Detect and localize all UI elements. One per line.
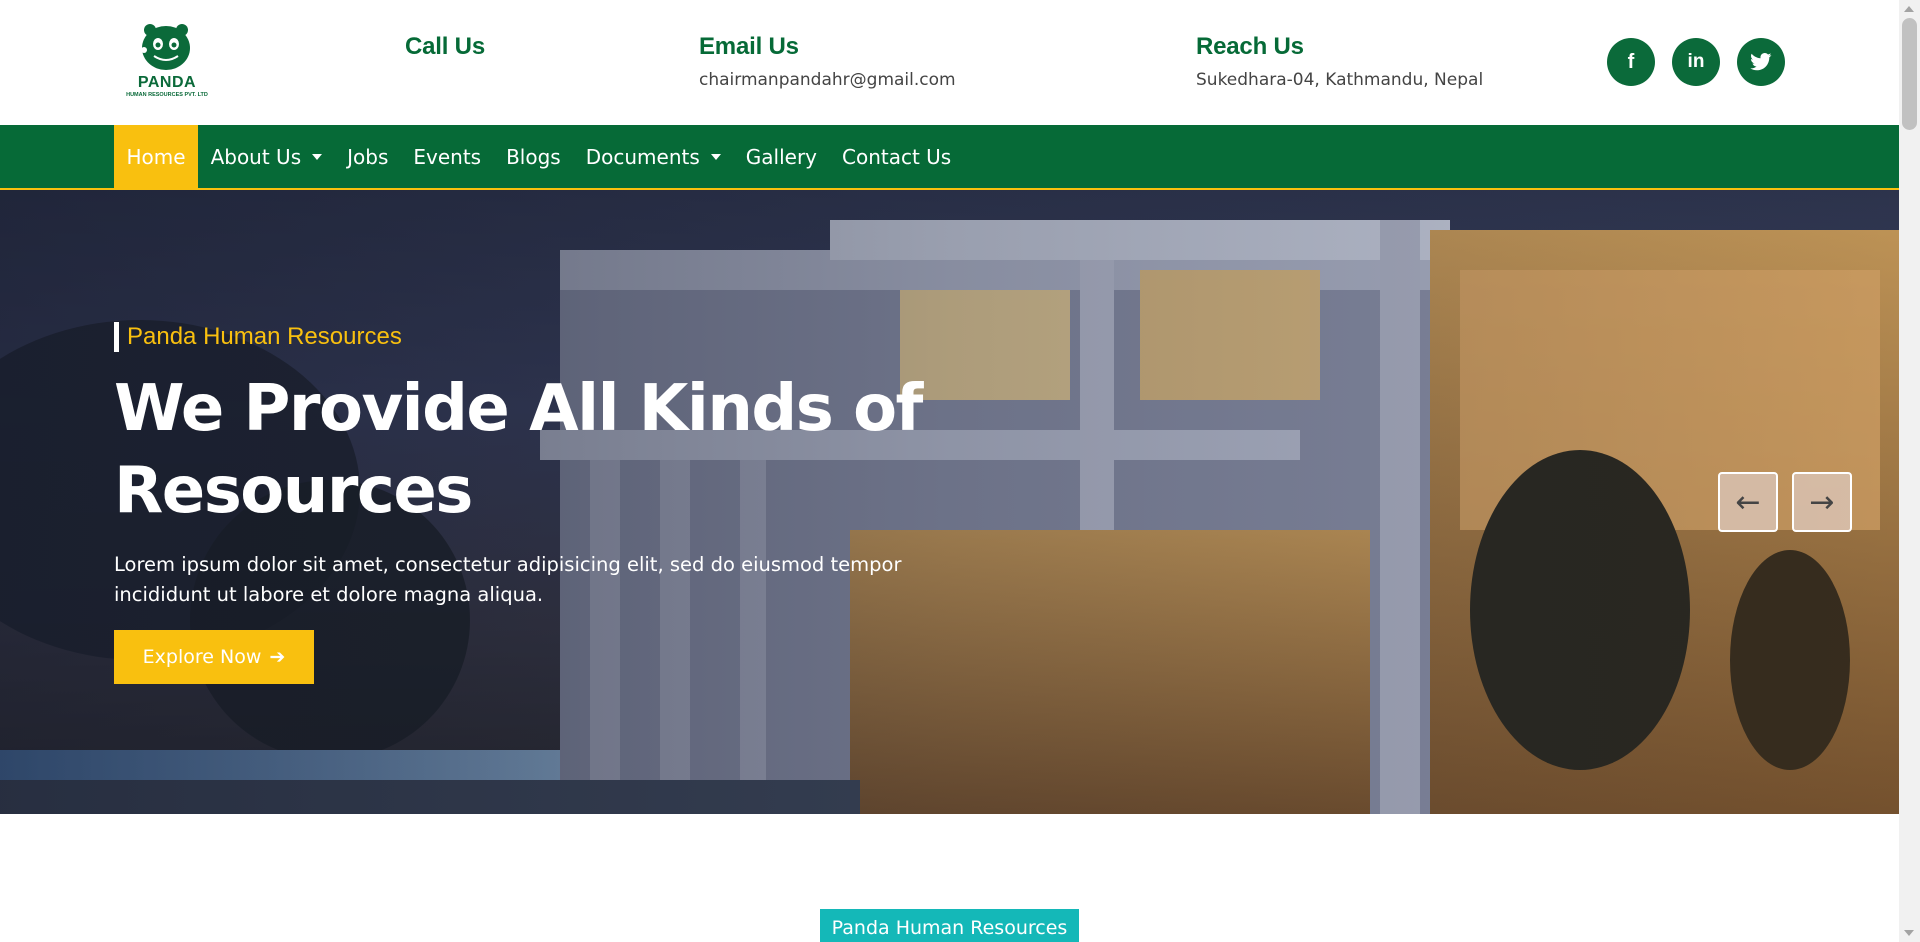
nav-label: Gallery [745,144,817,169]
call-us-block: Call Us [405,32,485,70]
email-us-value[interactable]: chairmanpandahr@gmail.com [699,70,956,90]
arrow-right-icon: → [1809,484,1835,520]
call-us-title: Call Us [405,33,485,60]
nav-item-home[interactable]: Home [114,125,199,188]
twitter-bird-icon [1750,53,1772,71]
main-navbar: Home About Us Jobs Events Blogs Document… [0,125,1899,190]
slider-prev-button[interactable]: ← [1718,472,1778,532]
scroll-down-arrow-icon[interactable] [1904,930,1914,936]
linkedin-button[interactable]: in [1672,38,1720,86]
nav-item-jobs[interactable]: Jobs [335,125,401,188]
arrow-left-icon: ← [1735,484,1761,520]
reach-us-title: Reach Us [1196,33,1304,60]
nav-item-events[interactable]: Events [401,125,494,188]
section-badge: Panda Human Resources [820,909,1079,942]
linkedin-icon: in [1687,51,1705,72]
email-us-block: Email Us chairmanpandahr@gmail.com [699,32,956,90]
hero-description: Lorem ipsum dolor sit amet, consectetur … [114,553,902,606]
explore-now-label: Explore Now [142,646,262,668]
reach-us-block: Reach Us Sukedhara-04, Kathmandu, Nepal [1196,32,1483,90]
arrow-right-icon: ➔ [269,646,286,668]
nav-label: Events [413,144,482,169]
scroll-thumb[interactable] [1902,18,1917,130]
page-scrollbar[interactable] [1899,0,1920,942]
facebook-icon: f [1627,50,1635,73]
nav-label: Home [126,144,186,169]
reach-us-value: Sukedhara-04, Kathmandu, Nepal [1196,70,1484,90]
nav-label: Documents [585,144,700,169]
nav-label: Jobs [347,144,389,169]
top-header: PANDA HUMAN RESOURCES PVT. LTD Call Us E… [0,0,1899,125]
caret-down-icon [710,153,721,160]
caret-down-icon [312,153,323,160]
nav-item-about-us[interactable]: About Us [198,125,335,188]
email-us-title: Email Us [699,33,799,60]
nav-label: Blogs [506,144,561,169]
scroll-up-arrow-icon[interactable] [1904,6,1914,12]
hero-title: We Provide All Kinds of Resources [114,372,923,528]
nav-item-blogs[interactable]: Blogs [494,125,574,188]
facebook-button[interactable]: f [1607,38,1655,86]
twitter-button[interactable] [1737,38,1785,86]
nav-item-contact-us[interactable]: Contact Us [830,125,964,188]
nav-item-documents[interactable]: Documents [573,125,733,188]
hero-tagline: Panda Human Resources [114,322,402,352]
site-logo[interactable]: PANDA HUMAN RESOURCES PVT. LTD [114,22,220,102]
nav-item-gallery[interactable]: Gallery [733,125,829,188]
explore-now-button[interactable]: Explore Now ➔ [114,630,314,684]
nav-label: Contact Us [842,144,952,169]
hero-slider: Panda Human Resources We Provide All Kin… [0,190,1899,814]
logo-name: PANDA [137,74,197,91]
nav-label: About Us [210,144,302,169]
slider-next-button[interactable]: → [1792,472,1852,532]
logo-subtitle: HUMAN RESOURCES PVT. LTD [126,92,208,98]
page: PANDA HUMAN RESOURCES PVT. LTD Call Us E… [0,0,1899,942]
social-links: f in [1607,38,1785,86]
nav-menu: Home About Us Jobs Events Blogs Document… [114,125,964,188]
